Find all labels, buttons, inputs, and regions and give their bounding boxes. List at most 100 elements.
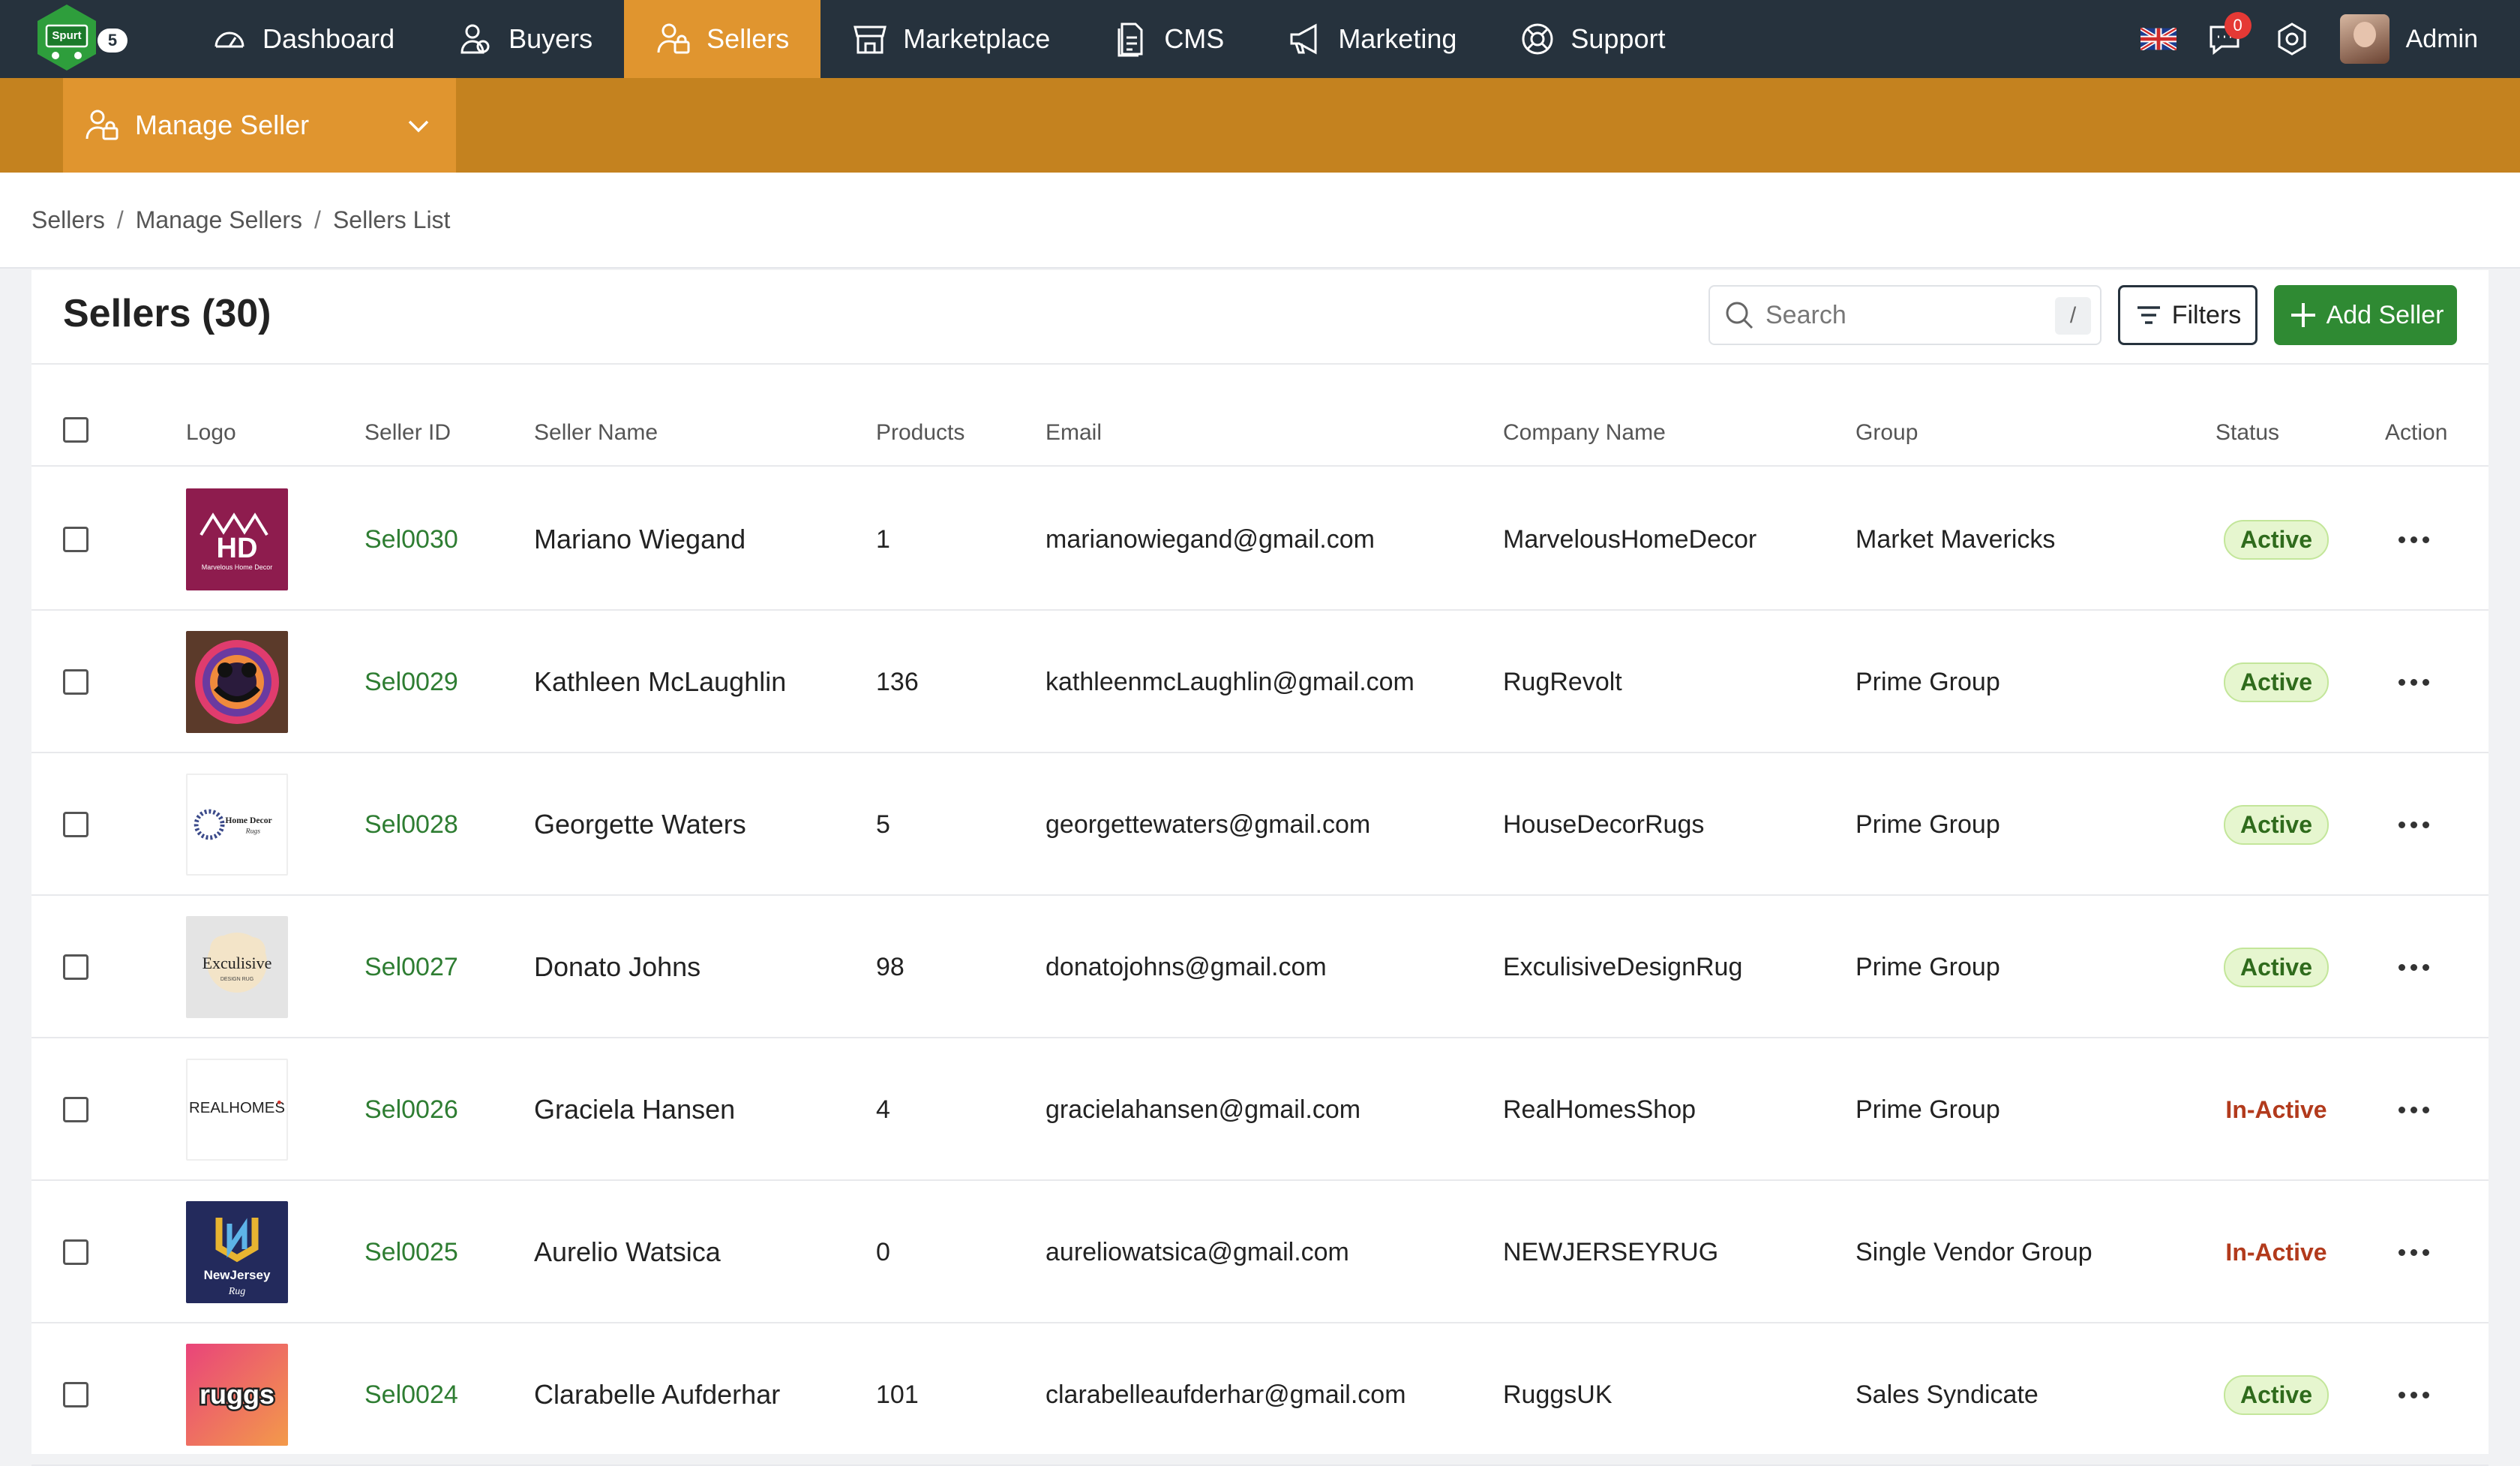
manage-seller-menu[interactable]: Manage Seller	[63, 78, 456, 173]
logo-text: REALHOMES	[189, 1100, 285, 1116]
row-checkbox[interactable]	[63, 527, 88, 552]
filters-button[interactable]: Filters	[2118, 285, 2258, 345]
status-badge: Active	[2223, 662, 2330, 702]
seller-email: aureliowatsica@gmail.com	[1046, 1237, 1349, 1266]
table-row[interactable]: Home Decor Rugs Sel0028 Georgette Waters…	[32, 753, 2488, 896]
filter-icon	[2137, 306, 2160, 324]
logo-caption: Marvelous Home Decor	[202, 563, 273, 571]
seller-email: kathleenmcLaughlin@gmail.com	[1046, 667, 1414, 696]
more-actions-icon[interactable]	[2395, 819, 2432, 831]
nav-dashboard-label: Dashboard	[262, 23, 395, 54]
nav-marketing-label: Marketing	[1338, 23, 1457, 54]
column-group[interactable]: Group	[1856, 420, 1918, 446]
notification-count: 0	[2224, 12, 2252, 39]
logo-text: HD	[217, 533, 258, 564]
table-row[interactable]: NewJersey Rug Sel0025 Aurelio Watsica 0 …	[32, 1181, 2488, 1323]
more-actions-icon[interactable]	[2395, 1104, 2432, 1116]
brand-logo[interactable]: Spurt 5	[34, 3, 132, 75]
gauge-icon	[214, 32, 244, 48]
uk-flag-icon[interactable]	[2140, 28, 2176, 50]
logo-caption: Rug	[228, 1286, 246, 1297]
row-checkbox[interactable]	[63, 812, 88, 837]
select-all-checkbox[interactable]	[63, 417, 88, 443]
row-checkbox[interactable]	[63, 1097, 88, 1122]
search-box[interactable]: /	[1708, 285, 2102, 345]
seller-name: Aurelio Watsica	[534, 1236, 721, 1267]
products-count: 136	[876, 667, 919, 696]
seller-id-link[interactable]: Sel0026	[364, 1038, 458, 1181]
smiley-rug-icon	[195, 640, 279, 724]
table-row[interactable]: ruggs Sel0024 Clarabelle Aufderhar 101 c…	[32, 1323, 2488, 1466]
breadcrumb-sellers-list: Sellers List	[332, 206, 451, 233]
status-badge: In-Active	[2225, 1238, 2327, 1266]
table-row[interactable]: REALHOMES Sel0026 Graciela Hansen 4 grac…	[32, 1038, 2488, 1181]
more-actions-icon[interactable]	[2395, 1246, 2432, 1258]
nav-buyers[interactable]: Buyers	[426, 0, 624, 78]
add-seller-label: Add Seller	[2326, 300, 2444, 329]
column-email[interactable]: Email	[1046, 420, 1102, 446]
logo-caption: Rugs	[245, 828, 261, 836]
realhomes-logo-icon: REALHOMES	[189, 1100, 285, 1116]
add-seller-button[interactable]: Add Seller	[2274, 285, 2457, 345]
status-badge: Active	[2223, 804, 2330, 845]
notifications-button[interactable]: 0	[2205, 12, 2252, 59]
seller-logo: Home Decor Rugs	[186, 774, 288, 876]
seller-logo: HD Marvelous Home Decor	[186, 488, 288, 590]
nav-sellers[interactable]: Sellers	[624, 0, 821, 78]
table-row[interactable]: Exculisive DESIGN RUG Sel0027 Donato Joh…	[32, 896, 2488, 1038]
seller-name: Georgette Waters	[534, 809, 746, 840]
company-name: RealHomesShop	[1503, 1095, 1696, 1124]
search-input[interactable]	[1766, 300, 2036, 330]
row-checkbox[interactable]	[63, 1239, 88, 1265]
logo-text: NewJersey	[204, 1268, 271, 1282]
seller-id-link[interactable]: Sel0025	[364, 1181, 458, 1323]
document-icon	[1118, 23, 1143, 57]
seller-id-link[interactable]: Sel0024	[364, 1323, 458, 1466]
lifebuoy-icon	[1522, 23, 1553, 55]
products-count: 5	[876, 810, 890, 839]
column-company[interactable]: Company Name	[1503, 420, 1666, 446]
column-status[interactable]: Status	[2216, 420, 2279, 446]
row-checkbox[interactable]	[63, 1382, 88, 1407]
seller-id-link[interactable]: Sel0030	[364, 468, 458, 611]
more-actions-icon[interactable]	[2395, 676, 2432, 688]
nav-support-label: Support	[1570, 23, 1666, 54]
seller-email: gracielahansen@gmail.com	[1046, 1095, 1361, 1124]
avatar	[2339, 14, 2390, 64]
gear-icon	[2278, 23, 2306, 56]
nav-marketing[interactable]: Marketing	[1256, 0, 1488, 78]
user-menu[interactable]: Admin	[2339, 14, 2478, 64]
logo-badge: 5	[98, 29, 128, 53]
seller-id-link[interactable]: Sel0029	[364, 611, 458, 753]
table-row[interactable]: HD Marvelous Home Decor Sel0030 Mariano …	[32, 468, 2488, 611]
seller-id-link[interactable]: Sel0028	[364, 753, 458, 896]
seller-email: georgettewaters@gmail.com	[1046, 810, 1371, 839]
settings-button[interactable]	[2272, 20, 2312, 59]
breadcrumb-manage-sellers[interactable]: Manage Sellers	[136, 206, 302, 234]
nav-cms[interactable]: CMS	[1082, 0, 1256, 78]
svg-text:Spurt: Spurt	[52, 29, 81, 42]
seller-icon	[86, 110, 118, 140]
cart-logo-icon: Spurt	[38, 5, 96, 71]
seller-logo: REALHOMES	[186, 1059, 288, 1161]
seller-id-link[interactable]: Sel0027	[364, 896, 458, 1038]
nav-support[interactable]: Support	[1488, 0, 1696, 78]
row-checkbox[interactable]	[63, 669, 88, 695]
logo-text: ruggs	[200, 1379, 274, 1410]
column-products[interactable]: Products	[876, 420, 964, 446]
more-actions-icon[interactable]	[2395, 961, 2432, 973]
breadcrumb-sellers[interactable]: Sellers	[32, 206, 105, 234]
card-header: Sellers (30) / Filters Add Seller	[32, 270, 2488, 365]
column-seller-name[interactable]: Seller Name	[534, 420, 658, 446]
table-row[interactable]: Sel0029 Kathleen McLaughlin 136 kathleen…	[32, 611, 2488, 753]
row-checkbox[interactable]	[63, 954, 88, 980]
nav-marketplace[interactable]: Marketplace	[820, 0, 1082, 78]
hd-logo-icon: HD Marvelous Home Decor	[200, 512, 273, 571]
column-seller-id[interactable]: Seller ID	[364, 420, 451, 446]
more-actions-icon[interactable]	[2395, 533, 2432, 545]
more-actions-icon[interactable]	[2395, 1389, 2432, 1401]
products-count: 101	[876, 1380, 919, 1409]
page-title: Sellers (30)	[63, 292, 272, 335]
nav-dashboard[interactable]: Dashboard	[180, 0, 426, 78]
ruggs-logo-icon: ruggs	[197, 1377, 276, 1412]
